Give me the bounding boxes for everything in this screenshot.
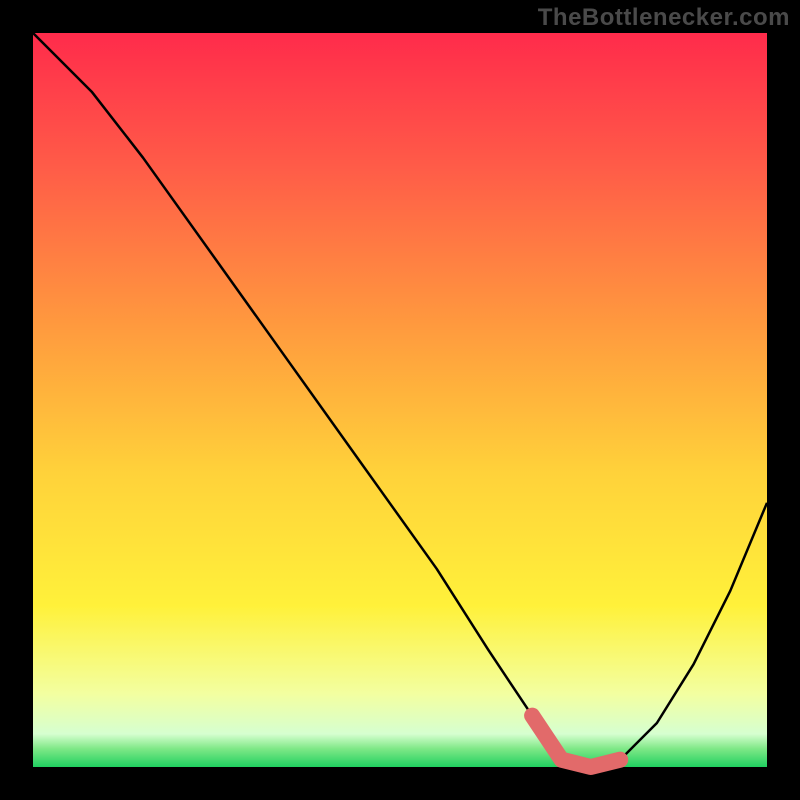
watermark-text: TheBottleneсker.com: [538, 4, 790, 32]
chart-frame: TheBottleneсker.com: [0, 0, 800, 800]
bottleneck-chart: [0, 0, 800, 800]
plot-background: [33, 33, 767, 767]
